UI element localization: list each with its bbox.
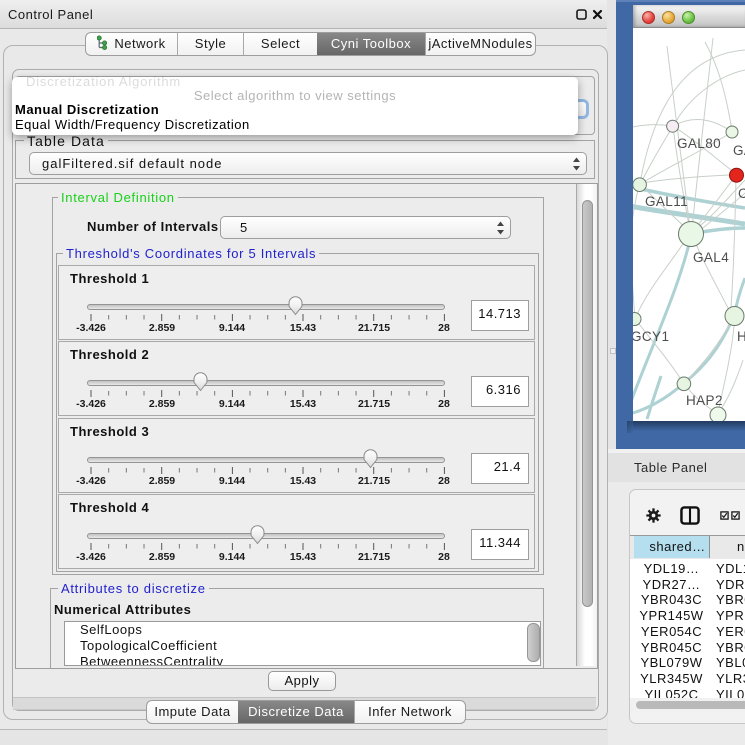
svg-text:GAL4: GAL4 (693, 250, 729, 265)
svg-text:GA: GA (733, 143, 745, 158)
svg-text:HAP2: HAP2 (686, 393, 723, 408)
svg-text:GAL11: GAL11 (645, 194, 688, 209)
svg-text:GAL80: GAL80 (677, 136, 721, 151)
svg-text:H: H (737, 329, 745, 344)
svg-text:GCY1: GCY1 (633, 329, 669, 344)
svg-text:C: C (738, 186, 745, 201)
